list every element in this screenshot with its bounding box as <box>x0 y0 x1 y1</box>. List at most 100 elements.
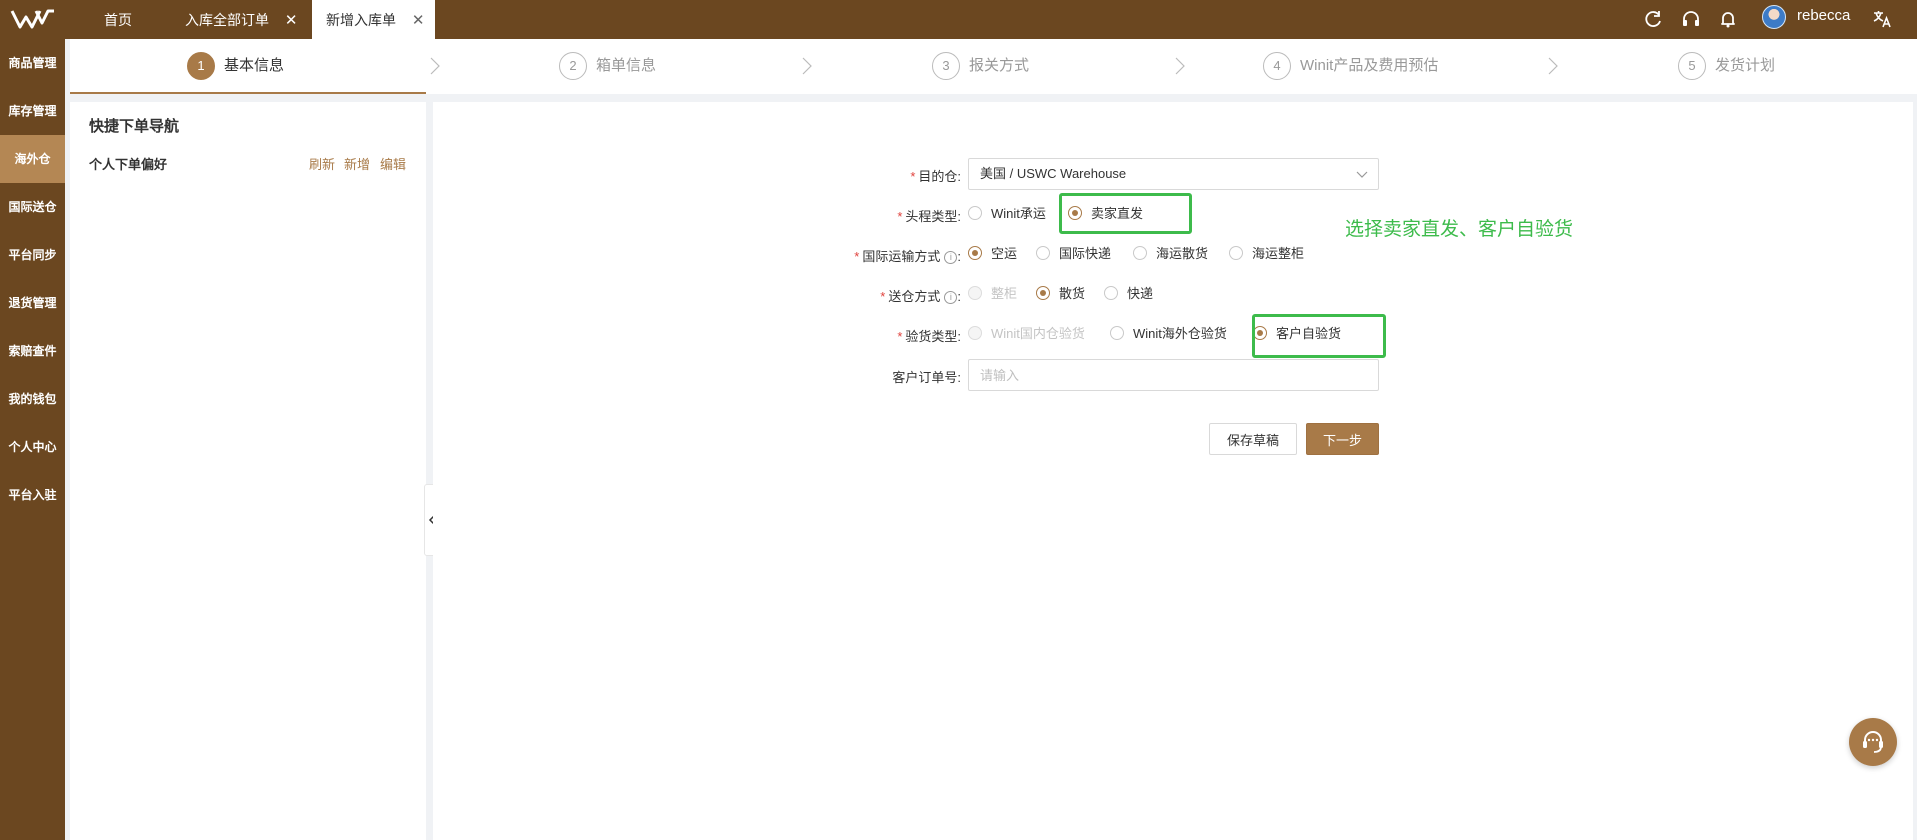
radio-circle <box>968 206 982 220</box>
next-step-button[interactable]: 下一步 <box>1306 423 1379 455</box>
step-number: 5 <box>1678 52 1706 81</box>
radio-air[interactable]: 空运 <box>968 244 1017 264</box>
radio-circle <box>1104 286 1118 300</box>
tab-label: 首页 <box>104 12 132 28</box>
radio-express[interactable]: 快递 <box>1104 284 1153 304</box>
edit-link[interactable]: 编辑 <box>380 154 406 173</box>
radio-circle <box>1133 246 1147 260</box>
radio-label: 海运整柜 <box>1252 246 1305 261</box>
warehouse-label: * 目的仓: <box>761 166 961 185</box>
radio-full-container: 整柜 <box>968 284 1017 304</box>
refresh-link[interactable]: 刷新 <box>309 154 335 173</box>
radio-label: Winit国内仓验货 <box>991 326 1085 341</box>
sidebar-item-inventory-management[interactable]: 库存管理 <box>0 87 65 135</box>
radio-winit-carrier[interactable]: Winit承运 <box>968 204 1046 224</box>
info-icon[interactable]: i <box>944 251 958 264</box>
first-leg-type-label: * 头程类型: <box>761 206 961 225</box>
tab-home[interactable]: 首页 <box>104 0 132 39</box>
username[interactable]: rebecca <box>1797 7 1850 24</box>
radio-label: Winit承运 <box>991 206 1046 221</box>
step-customs-method[interactable]: 3 报关方式 <box>932 51 1029 81</box>
radio-sea-lcl[interactable]: 海运散货 <box>1133 244 1208 264</box>
radio-label: Winit海外仓验货 <box>1133 326 1227 341</box>
bell-icon[interactable] <box>1717 8 1739 30</box>
required-mark: * <box>910 169 916 184</box>
required-mark: * <box>897 209 903 224</box>
tab-label: 新增入库单 <box>326 12 396 28</box>
label-text: 国际运输方式 <box>862 249 941 264</box>
selected-value: 美国 / USWC Warehouse <box>980 166 1127 181</box>
sidebar-item-platform-onboarding[interactable]: 平台入驻 <box>0 471 65 519</box>
sidebar-item-platform-sync[interactable]: 平台同步 <box>0 231 65 279</box>
chevron-right-icon <box>1548 57 1558 75</box>
headset-icon[interactable] <box>1680 8 1702 30</box>
sidebar-item-product-management[interactable]: 商品管理 <box>0 39 65 87</box>
avatar[interactable] <box>1762 5 1786 29</box>
customer-order-label: 客户订单号: <box>892 370 961 385</box>
sidebar-item-claims[interactable]: 索赔查件 <box>0 327 65 375</box>
chevron-down-icon <box>1356 171 1368 178</box>
required-mark: * <box>880 289 886 304</box>
step-packing-list[interactable]: 2 箱单信息 <box>559 51 656 81</box>
label-text: 送仓方式 <box>888 289 941 304</box>
radio-circle <box>1036 246 1050 260</box>
radio-winit-overseas-inspection[interactable]: Winit海外仓验货 <box>1110 324 1227 344</box>
radio-label: 国际快递 <box>1059 246 1112 261</box>
step-number: 2 <box>559 52 587 81</box>
radio-label: 散货 <box>1059 286 1086 301</box>
step-number: 1 <box>187 52 215 81</box>
tab-new-inbound-order[interactable]: 新增入库单 ✕ <box>312 0 435 39</box>
step-label: 报关方式 <box>969 57 1030 75</box>
label-text: 验货类型: <box>905 329 961 344</box>
info-icon[interactable]: i <box>944 291 958 304</box>
label-text: 头程类型: <box>905 209 961 224</box>
radio-circle <box>968 246 982 260</box>
add-link[interactable]: 新增 <box>344 154 370 173</box>
step-basic-info[interactable]: 1 基本信息 <box>187 51 284 81</box>
radio-intl-express[interactable]: 国际快递 <box>1036 244 1111 264</box>
sidebar-item-personal-center[interactable]: 个人中心 <box>0 423 65 471</box>
step-label: Winit产品及费用预估 <box>1300 57 1439 75</box>
tab-label: 入库全部订单 <box>185 12 269 28</box>
sidebar-item-returns[interactable]: 退货管理 <box>0 279 65 327</box>
warehouse-select[interactable]: 美国 / USWC Warehouse <box>968 158 1379 190</box>
sidebar-item-overseas-warehouse[interactable]: 海外仓 <box>0 135 65 183</box>
winit-logo-icon[interactable] <box>10 7 56 31</box>
close-icon[interactable]: ✕ <box>285 1 298 41</box>
step-number: 4 <box>1263 52 1291 81</box>
radio-circle <box>968 286 982 300</box>
radio-bulk[interactable]: 散货 <box>1036 284 1085 304</box>
tab-all-inbound-orders[interactable]: 入库全部订单 ✕ <box>185 0 297 39</box>
sidebar: 商品管理 库存管理 海外仓 国际送仓 平台同步 退货管理 索赔查件 我的钱包 个… <box>0 39 65 840</box>
label-colon: : <box>957 249 961 264</box>
radio-sea-fcl[interactable]: 海运整柜 <box>1229 244 1304 264</box>
radio-circle <box>968 326 982 340</box>
top-bar: 首页 入库全部订单 ✕ 新增入库单 ✕ rebecca <box>0 0 1917 39</box>
step-winit-products-fees[interactable]: 4 Winit产品及费用预估 <box>1263 51 1438 81</box>
annotation-note: 选择卖家直发、客户自验货 <box>1345 219 1574 240</box>
sidebar-item-wallet[interactable]: 我的钱包 <box>0 375 65 423</box>
radio-label: 空运 <box>991 246 1018 261</box>
highlight-seller-direct <box>1059 193 1192 234</box>
preferences-heading: 个人下单偏好 <box>89 157 168 172</box>
radio-winit-domestic-inspection: Winit国内仓验货 <box>968 324 1085 344</box>
step-shipping-plan[interactable]: 5 发货计划 <box>1678 51 1775 81</box>
label-colon: : <box>957 289 961 304</box>
radio-label: 海运散货 <box>1156 246 1209 261</box>
quick-order-panel: 快捷下单导航 个人下单偏好 刷新 新增 编辑 <box>70 102 426 840</box>
radio-circle <box>1110 326 1124 340</box>
chevron-right-icon <box>802 57 812 75</box>
delivery-method-label: * 送仓方式 i: <box>761 286 961 305</box>
required-mark: * <box>897 329 903 344</box>
sidebar-item-international-delivery[interactable]: 国际送仓 <box>0 183 65 231</box>
translate-icon[interactable] <box>1871 8 1893 30</box>
customer-service-button[interactable] <box>1849 718 1897 766</box>
step-label: 基本信息 <box>224 57 285 75</box>
radio-circle <box>1229 246 1243 260</box>
active-step-indicator <box>70 92 426 94</box>
close-icon[interactable]: ✕ <box>412 1 425 41</box>
refresh-icon[interactable] <box>1642 8 1664 30</box>
chevron-right-icon <box>1175 57 1185 75</box>
customer-order-input[interactable] <box>968 359 1379 391</box>
save-draft-button[interactable]: 保存草稿 <box>1209 423 1297 455</box>
